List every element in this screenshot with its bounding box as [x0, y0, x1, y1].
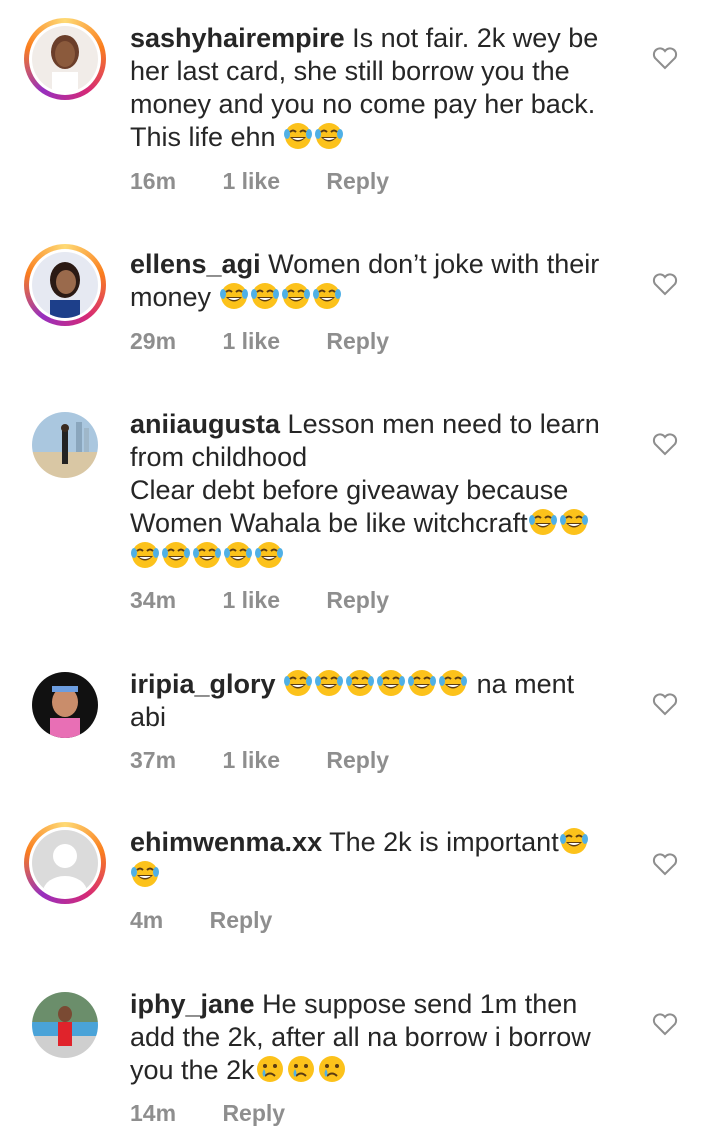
- heart-outline-icon[interactable]: [652, 46, 678, 70]
- reply-button[interactable]: Reply: [326, 747, 389, 773]
- profile-photo: [32, 252, 98, 318]
- laugh-emoji: [130, 860, 160, 888]
- laugh-emoji: [249, 282, 280, 310]
- reply-button[interactable]: Reply: [326, 328, 389, 354]
- laugh-emoji: [345, 669, 376, 697]
- laugh-emoji: [254, 541, 284, 569]
- profile-photo: [32, 992, 98, 1058]
- avatar[interactable]: [24, 404, 106, 486]
- heart-outline-icon[interactable]: [652, 272, 678, 296]
- comment-meta: 37m 1 like Reply: [130, 747, 429, 774]
- like-count[interactable]: 1 like: [222, 328, 280, 354]
- username[interactable]: iripia_glory: [130, 669, 276, 699]
- reply-button[interactable]: Reply: [326, 587, 389, 613]
- laugh-emoji: [527, 508, 558, 536]
- laugh-emoji: [438, 669, 469, 697]
- avatar[interactable]: [24, 244, 106, 326]
- default-avatar-icon: [32, 830, 98, 896]
- laugh-emoji: [192, 541, 222, 569]
- heart-outline-icon[interactable]: [652, 432, 678, 456]
- laugh-emoji: [407, 669, 438, 697]
- comment-meta: 29m 1 like Reply: [130, 328, 429, 355]
- avatar[interactable]: [24, 18, 106, 100]
- username[interactable]: iphy_jane: [130, 989, 255, 1019]
- timestamp: 16m: [130, 168, 177, 194]
- laugh-emoji: [218, 282, 249, 310]
- laugh-emoji: [558, 508, 589, 536]
- comment-text: iripia_glory na ment abi: [130, 669, 575, 732]
- like-count[interactable]: 1 like: [222, 747, 280, 773]
- username[interactable]: ehimwenma.xx: [130, 827, 322, 857]
- laugh-emoji: [280, 282, 311, 310]
- reply-button[interactable]: Reply: [222, 1100, 285, 1126]
- comment-meta: 34m 1 like Reply: [130, 587, 429, 614]
- avatar[interactable]: [24, 664, 106, 746]
- heart-outline-icon[interactable]: [652, 852, 678, 876]
- cry-emoji: [286, 1055, 315, 1083]
- profile-photo: [32, 26, 98, 92]
- laugh-emoji: [283, 122, 314, 150]
- comment-text: ehimwenma.xx The 2k is important: [130, 826, 630, 892]
- laugh-emoji: [223, 541, 253, 569]
- like-count[interactable]: 1 like: [222, 168, 280, 194]
- reply-button[interactable]: Reply: [210, 907, 273, 933]
- avatar[interactable]: [24, 822, 106, 904]
- cry-emoji: [317, 1055, 346, 1083]
- laugh-emoji: [314, 122, 345, 150]
- comment-meta: 4m Reply: [130, 907, 312, 934]
- comment-meta: 16m 1 like Reply: [130, 168, 429, 195]
- comment-text: ellens_agi Women don’t joke with their m…: [130, 249, 600, 312]
- timestamp: 14m: [130, 1100, 177, 1126]
- comment-text: aniiaugusta Lesson men need to learn fro…: [130, 408, 630, 573]
- profile-photo: [32, 672, 98, 738]
- timestamp: 34m: [130, 587, 177, 613]
- username[interactable]: aniiaugusta: [130, 409, 280, 439]
- laugh-emoji: [314, 669, 345, 697]
- like-count[interactable]: 1 like: [222, 587, 280, 613]
- username[interactable]: ellens_agi: [130, 249, 261, 279]
- reply-button[interactable]: Reply: [326, 168, 389, 194]
- laugh-emoji: [558, 827, 589, 855]
- timestamp: 37m: [130, 747, 177, 773]
- laugh-emoji: [161, 541, 191, 569]
- laugh-emoji: [283, 669, 314, 697]
- timestamp: 29m: [130, 328, 177, 354]
- username[interactable]: sashyhairempire: [130, 23, 345, 53]
- laugh-emoji: [376, 669, 407, 697]
- comment-meta: 14m Reply: [130, 1100, 325, 1127]
- heart-outline-icon[interactable]: [652, 1012, 678, 1036]
- comment-text: sashyhairempire Is not fair. 2k wey be h…: [130, 23, 599, 152]
- avatar[interactable]: [24, 984, 106, 1066]
- profile-photo: [32, 412, 98, 478]
- comment-text: iphy_jane He suppose send 1m then add th…: [130, 989, 591, 1085]
- cry-emoji: [255, 1055, 284, 1083]
- heart-outline-icon[interactable]: [652, 692, 678, 716]
- laugh-emoji: [311, 282, 342, 310]
- timestamp: 4m: [130, 907, 164, 933]
- laugh-emoji: [130, 541, 160, 569]
